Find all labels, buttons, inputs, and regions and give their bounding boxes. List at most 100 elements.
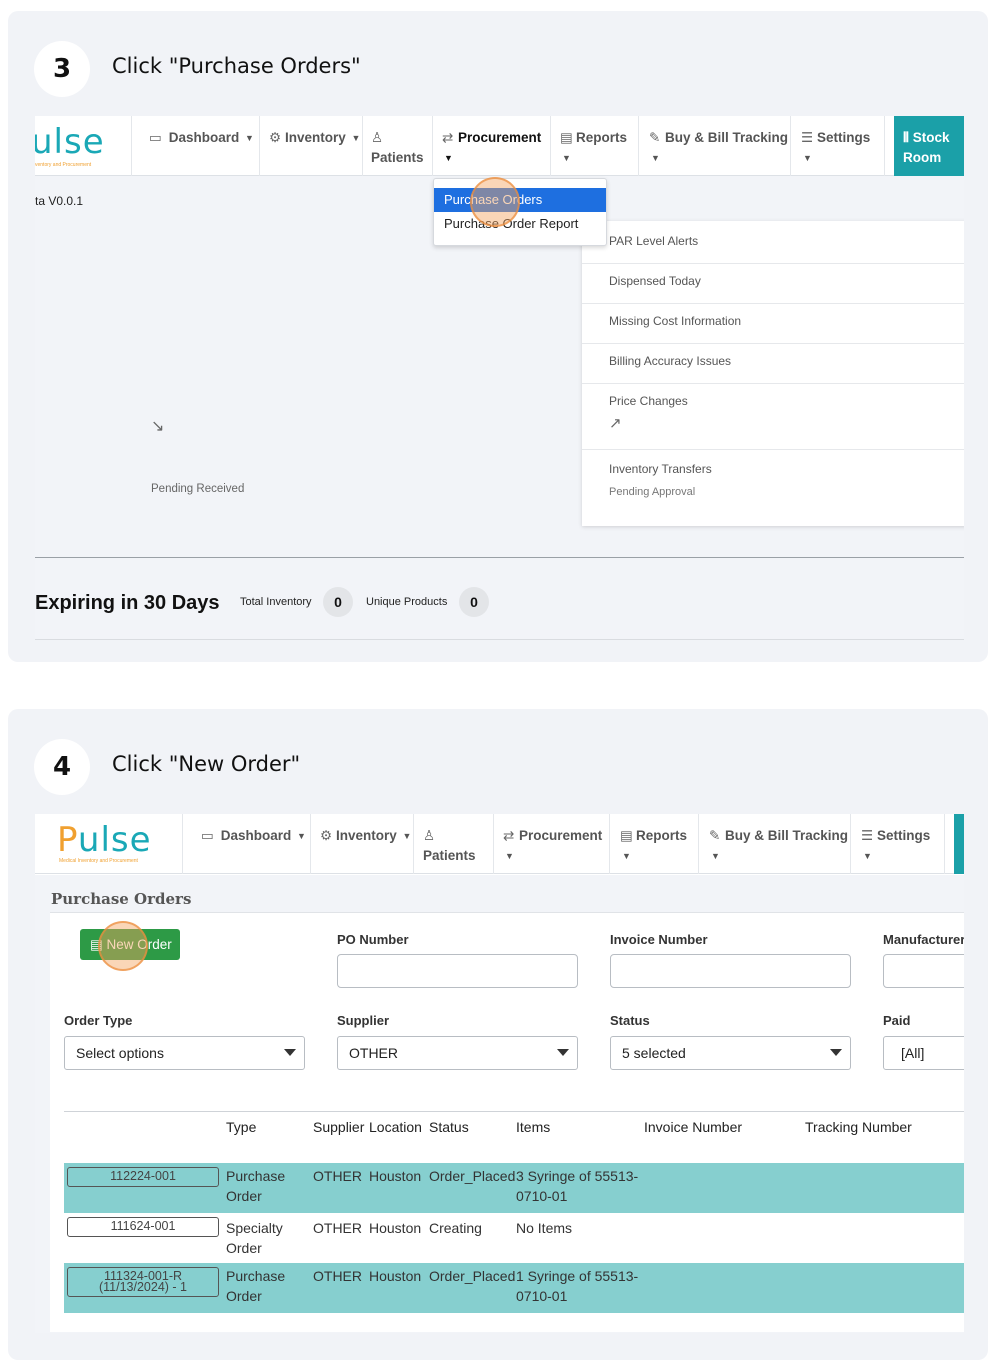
document-icon: ▤ (620, 828, 633, 843)
nav-settings[interactable]: ☰ Settings ▼ (851, 814, 945, 874)
row-status: Order_Placed (429, 1168, 516, 1184)
unique-products-label: Unique Products (366, 596, 448, 608)
row-type: Specialty Order (226, 1220, 283, 1256)
sliders-icon: ☰ (801, 130, 814, 145)
patient-icon: ♙ (423, 828, 436, 843)
column-header-location[interactable]: Location (369, 1119, 422, 1135)
alert-billing-accuracy[interactable]: Billing Accuracy Issues (582, 344, 964, 384)
po-number-label: PO Number (337, 932, 409, 947)
divider (35, 639, 964, 640)
row-location: Houston (369, 1168, 422, 1184)
alert-inventory-transfers[interactable]: Inventory Transfers Pending Approval (582, 450, 964, 526)
step-number-badge: 4 (34, 739, 90, 795)
column-header-invoice-number[interactable]: Invoice Number (644, 1119, 742, 1135)
nav-reports[interactable]: ▤ Reports ▼ (610, 814, 699, 874)
expiring-title: Expiring in 30 Days (35, 592, 220, 614)
logo[interactable]: ulse (35, 122, 105, 162)
po-number-button[interactable]: 112224-001 (67, 1167, 219, 1187)
exchange-icon: ⇄ (442, 130, 454, 145)
monitor-icon: ▭ (149, 130, 162, 145)
trend-down-icon: ↘ (151, 418, 165, 435)
row-type: Purchase Order (226, 1168, 286, 1204)
nav-dashboard[interactable]: ▭ Dashboard ▼ (182, 814, 311, 874)
table-row[interactable]: 111624-001 Specialty Order OTHER Houston … (64, 1213, 964, 1263)
table-divider (64, 1111, 964, 1112)
status-select[interactable]: 5 selected (610, 1036, 851, 1070)
divider (35, 557, 964, 558)
alert-dispensed-today[interactable]: Dispensed Today (582, 264, 964, 304)
stock-room-button[interactable] (954, 814, 964, 874)
invoice-number-label: Invoice Number (610, 932, 708, 947)
column-header-status[interactable]: Status (429, 1119, 469, 1135)
dropdown-arrow-icon (830, 1049, 842, 1056)
screenshot-step-4: Pulse Medical Inventory and Procurement … (35, 814, 964, 1333)
click-indicator (470, 177, 520, 227)
alert-price-changes[interactable]: Price Changes ↗ (582, 384, 964, 450)
row-supplier: OTHER (313, 1168, 362, 1184)
document-icon: ▤ (560, 130, 573, 145)
po-number-button[interactable]: 111324-001-R (11/13/2024) - 1 (67, 1267, 219, 1297)
row-location: Houston (369, 1220, 422, 1236)
column-header-items[interactable]: Items (516, 1119, 550, 1135)
po-number-input[interactable] (337, 954, 578, 988)
boxes-icon: ⚙ (320, 828, 333, 843)
top-nav: ulse ventory and Procurement ▭ Dashboard… (35, 116, 964, 176)
screenshot-step-3: ulse ventory and Procurement ▭ Dashboard… (35, 116, 964, 640)
pending-approval-label: Pending Approval (609, 486, 696, 498)
supplier-label: Supplier (337, 1013, 390, 1028)
procurement-dropdown-menu: Purchase Orders Purchase Order Report (433, 178, 607, 246)
order-type-select[interactable]: Select options (64, 1036, 305, 1070)
nav-dashboard[interactable]: ▭ Dashboard ▼ (131, 116, 260, 176)
logo[interactable]: Pulse (57, 820, 152, 860)
table-row[interactable]: 112224-001 Purchase Order OTHER Houston O… (64, 1163, 964, 1213)
menu-item-purchase-orders[interactable]: Purchase Orders (434, 188, 606, 212)
row-type: Purchase Order (226, 1268, 286, 1304)
manufacturer-label: Manufacturer ( (883, 932, 964, 947)
nav-procurement[interactable]: ⇄ Procurement ▼ (494, 814, 610, 874)
row-items: 3 Syringe of 55513- 0710-01 (516, 1168, 639, 1204)
alert-missing-cost[interactable]: Missing Cost Information (582, 304, 964, 344)
row-status: Creating (429, 1220, 482, 1236)
column-header-type[interactable]: Type (226, 1119, 256, 1135)
stock-room-button[interactable]: ⦀ Stock Room (894, 116, 964, 176)
column-header-supplier[interactable]: Supplier (313, 1119, 364, 1135)
nav-inventory[interactable]: ⚙ Inventory ▼ (311, 814, 414, 874)
version-label: ta V0.0.1 (35, 194, 84, 208)
paid-select[interactable]: [All] (883, 1036, 964, 1070)
manufacturer-input[interactable] (883, 954, 964, 988)
supplier-select[interactable]: OTHER (337, 1036, 578, 1070)
top-nav: Pulse Medical Inventory and Procurement … (35, 814, 964, 874)
step-number-badge: 3 (34, 41, 90, 97)
menu-item-purchase-order-report[interactable]: Purchase Order Report (434, 212, 606, 236)
table-row[interactable]: 111324-001-R (11/13/2024) - 1 Purchase Ord… (64, 1263, 964, 1313)
nav-settings[interactable]: ☰ Settings ▼ (791, 116, 885, 176)
nav-patients[interactable]: ♙ Patients (363, 116, 433, 176)
pending-received-label: Pending Received (151, 483, 245, 495)
status-label: Status (610, 1013, 650, 1028)
patient-icon: ♙ (371, 130, 384, 145)
logo-subtitle: ventory and Procurement (35, 162, 92, 168)
exchange-icon: ⇄ (503, 828, 515, 843)
order-type-label: Order Type (64, 1013, 133, 1028)
row-location: Houston (369, 1268, 422, 1284)
nav-procurement[interactable]: ⇄ Procurement ▼ (433, 116, 551, 176)
syringe-icon: ✎ (649, 130, 661, 145)
nav-reports[interactable]: ▤ Reports ▼ (551, 116, 639, 176)
page-title: Purchase Orders (51, 890, 192, 908)
nav-buy-bill-tracking[interactable]: ✎ Buy & Bill Tracking ▼ (699, 814, 851, 874)
total-inventory-count: 0 (323, 587, 353, 617)
column-header-tracking-number[interactable]: Tracking Number (805, 1119, 912, 1135)
nav-patients[interactable]: ♙ Patients (414, 814, 494, 874)
total-inventory-label: Total Inventory (240, 596, 312, 608)
paid-label: Paid (883, 1013, 911, 1028)
nav-buy-bill-tracking[interactable]: ✎ Buy & Bill Tracking ▼ (639, 116, 791, 176)
dropdown-arrow-icon (557, 1049, 569, 1056)
nav-inventory[interactable]: ⚙ Inventory ▼ (260, 116, 363, 176)
row-supplier: OTHER (313, 1268, 362, 1284)
po-number-button[interactable]: 111624-001 (67, 1217, 219, 1237)
dropdown-arrow-icon (284, 1049, 296, 1056)
invoice-number-input[interactable] (610, 954, 851, 988)
row-items: 1 Syringe of 55513- 0710-01 (516, 1268, 639, 1304)
alert-par-level[interactable]: PAR Level Alerts (582, 221, 964, 264)
boxes-icon: ⚙ (269, 130, 282, 145)
